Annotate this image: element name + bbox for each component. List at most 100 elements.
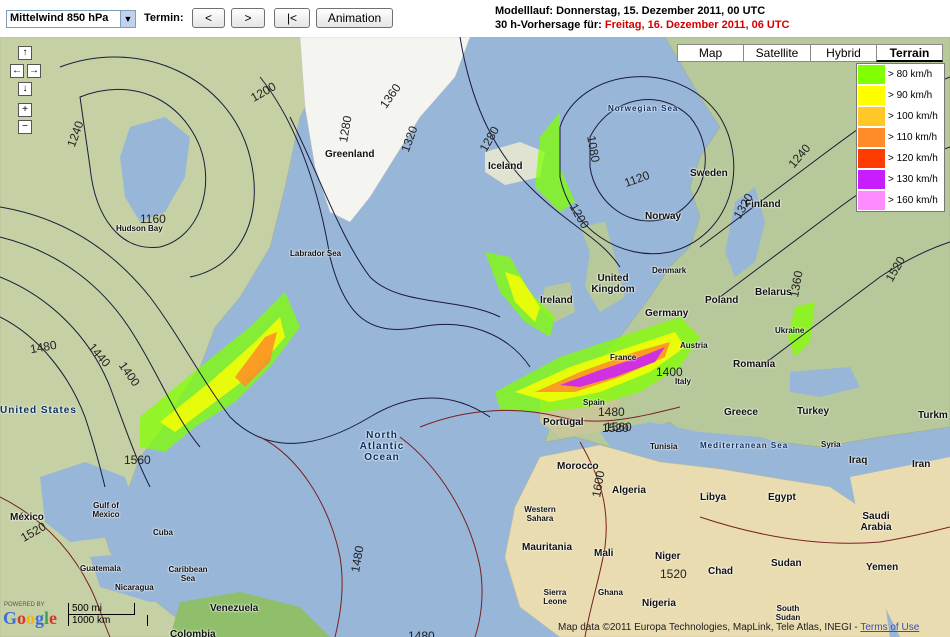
label-france: France (610, 353, 637, 362)
legend-swatch (858, 191, 885, 210)
label-colombia: Colombia (170, 629, 216, 637)
legend-swatch (858, 149, 885, 168)
terms-link[interactable]: Terms of Use (860, 622, 919, 633)
google-logo[interactable]: Google (3, 608, 57, 629)
label-united-states: United States (0, 405, 77, 416)
contour-label: 1520 (660, 567, 687, 581)
contour-label: 1480 (598, 405, 625, 419)
run-info: Modelllauf: Donnerstag, 15. Dezember 201… (495, 4, 790, 32)
legend-label: > 100 km/h (888, 111, 938, 122)
legend-swatch (858, 107, 885, 126)
maptype-hybrid[interactable]: Hybrid (810, 44, 877, 62)
first-button[interactable]: |< (274, 8, 310, 28)
label-caribbean-sea: Caribbean Sea (168, 565, 208, 583)
wind-legend: > 80 km/h > 90 km/h > 100 km/h > 110 km/h > … (856, 63, 945, 212)
label-united-kingdom: United Kingdom (591, 273, 635, 295)
label-denmark: Denmark (652, 266, 687, 275)
zoom-in-button[interactable]: + (18, 103, 32, 117)
label-tunisia: Tunisia (650, 442, 678, 451)
next-button[interactable]: > (231, 8, 265, 28)
label-turkm: Turkm (918, 410, 948, 421)
label-venezuela: Venezuela (210, 603, 259, 614)
label-saudi-arabia: Saudi Arabia (860, 511, 892, 533)
contour-label: 1480 (408, 629, 435, 637)
label-norwegian-sea: Norwegian Sea (608, 104, 679, 113)
maptype-terrain[interactable]: Terrain (876, 44, 943, 62)
pan-right-button[interactable]: → (27, 64, 41, 78)
termin-label: Termin: (144, 12, 184, 24)
attribution: Map data ©2011 Europa Technologies, MapL… (558, 622, 919, 633)
label-sierra-leone: Sierra Leone (543, 588, 567, 606)
label-syria: Syria (821, 440, 841, 449)
legend-swatch (858, 65, 885, 84)
scale-km: 1000 km (68, 615, 148, 626)
label-iran: Iran (912, 459, 931, 470)
label-cuba: Cuba (153, 528, 173, 537)
label-libya: Libya (700, 492, 727, 503)
zoom-out-button[interactable]: − (18, 120, 32, 134)
legend-row: > 100 km/h (857, 106, 944, 127)
label-guatemala: Guatemala (80, 564, 121, 573)
label-yemen: Yemen (866, 562, 899, 573)
label-western-sahara: Western Sahara (524, 505, 556, 523)
label-niger: Niger (655, 551, 681, 562)
legend-label: > 80 km/h (888, 69, 933, 80)
label-mali: Mali (594, 548, 614, 559)
level-select[interactable]: Mittelwind 850 hPa ▼ (6, 10, 136, 28)
label-egypt: Egypt (768, 492, 796, 503)
label-germany: Germany (645, 308, 689, 319)
toolbar: Mittelwind 850 hPa ▼ Termin: < > |< Anim… (0, 0, 950, 36)
label-greenland: Greenland (325, 149, 375, 160)
legend-row: > 110 km/h (857, 127, 944, 148)
label-labrador-sea: Labrador Sea (290, 249, 342, 258)
legend-label: > 110 km/h (888, 132, 938, 143)
scale-mi: 500 mi (68, 603, 135, 615)
legend-label: > 160 km/h (888, 195, 938, 206)
label-mauritania: Mauritania (522, 542, 573, 553)
label-iraq: Iraq (849, 455, 868, 466)
animation-button[interactable]: Animation (316, 8, 393, 28)
pan-up-button[interactable]: ↑ (18, 46, 32, 60)
map-graphics (0, 37, 950, 637)
label-greece: Greece (724, 407, 758, 418)
run-info-line1: Modelllauf: Donnerstag, 15. Dezember 201… (495, 5, 766, 17)
pan-left-button[interactable]: ← (10, 64, 24, 78)
prev-button[interactable]: < (192, 8, 225, 28)
legend-label: > 90 km/h (888, 90, 933, 101)
label-mediterranean-sea: Mediterranean Sea (700, 441, 789, 450)
label-romania: Romania (733, 359, 776, 370)
level-select-value: Mittelwind 850 hPa (10, 12, 109, 24)
legend-row: > 130 km/h (857, 169, 944, 190)
legend-swatch (858, 170, 885, 189)
maptype-satellite[interactable]: Satellite (743, 44, 811, 62)
label-gulf-of-mexico: Gulf of Mexico (92, 501, 120, 519)
label-nigeria: Nigeria (642, 598, 676, 609)
legend-row: > 160 km/h (857, 190, 944, 211)
label-north-atlantic-ocean: North Atlantic Ocean (359, 430, 405, 463)
chevron-down-icon[interactable]: ▼ (120, 11, 135, 27)
label-ukraine: Ukraine (775, 326, 805, 335)
label-ireland: Ireland (540, 295, 573, 306)
label-iceland: Iceland (488, 161, 523, 172)
run-info-line2: 30 h-Vorhersage für: Freitag, 16. Dezemb… (495, 18, 790, 32)
map-canvas[interactable]: Greenland Iceland Norwegian Sea Sweden F… (0, 37, 950, 637)
legend-row: > 120 km/h (857, 148, 944, 169)
forecast-time: Freitag, 16. Dezember 2011, 06 UTC (604, 19, 790, 31)
label-algeria: Algeria (612, 485, 646, 496)
label-norway: Norway (645, 211, 682, 222)
label-austria: Austria (680, 341, 708, 350)
contour-label: 1400 (656, 365, 683, 379)
legend-row: > 90 km/h (857, 85, 944, 106)
legend-swatch (858, 128, 885, 147)
pan-down-button[interactable]: ↓ (18, 82, 32, 96)
legend-row: > 80 km/h (857, 64, 944, 85)
scale-bar: 500 mi 1000 km (68, 603, 148, 626)
maptype-map[interactable]: Map (677, 44, 744, 62)
contour-label: 1560 (605, 420, 632, 434)
forecast-prefix: 30 h-Vorhersage für: (495, 19, 602, 31)
contour-label: 1160 (140, 212, 166, 226)
label-sweden: Sweden (690, 168, 728, 179)
label-morocco: Morocco (557, 461, 599, 472)
label-turkey: Turkey (797, 406, 830, 417)
legend-label: > 130 km/h (888, 174, 938, 185)
